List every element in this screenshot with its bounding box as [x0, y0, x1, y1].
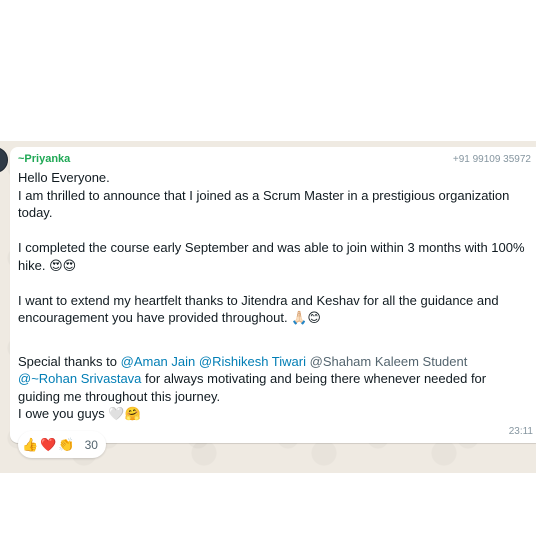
thanks-line: I want to extend my heartfelt thanks to … [18, 292, 528, 327]
sender-phone: +91 99109 35972 [452, 154, 531, 165]
heart-eyes-emoji: 😍😍 [49, 257, 77, 273]
thanks-text: I want to extend my heartfelt thanks to … [18, 292, 499, 326]
message-bubble[interactable]: ~Priyanka +91 99109 35972 Hello Everyone… [10, 147, 536, 443]
heart-hug-emoji: 🤍🤗 [108, 406, 141, 421]
reactions-bar[interactable]: 👍 ❤️ 👏 30 [18, 431, 106, 458]
course-line: I completed the course early September a… [18, 239, 528, 274]
owe-line: I owe you guys 🤍🤗 [18, 405, 528, 423]
message-text: Hello Everyone. I am thrilled to announc… [18, 169, 528, 423]
chat-area: ~Priyanka +91 99109 35972 Hello Everyone… [0, 141, 536, 473]
clap-icon: 👏 [58, 437, 75, 452]
mention-rohan[interactable]: @~Rohan Srivastava [18, 371, 141, 386]
heart-icon: ❤️ [40, 437, 57, 452]
thumbs-up-icon: 👍 [22, 437, 39, 452]
special-prefix: Special thanks to [18, 353, 121, 369]
greeting-line: Hello Everyone. [18, 170, 110, 185]
mention-aman[interactable]: @Aman Jain [121, 354, 196, 369]
pray-smile-emoji: 🙏🏻😊 [291, 310, 321, 325]
sender-avatar[interactable] [0, 147, 8, 173]
reaction-count: 30 [84, 437, 98, 452]
mention-rishikesh[interactable]: @Rishikesh Tiwari [199, 354, 306, 369]
mention-shaham: @Shaham Kaleem Student [309, 353, 468, 369]
special-thanks-line: Special thanks to @Aman Jain @Rishikesh … [18, 353, 528, 406]
message-time: 23:11 [508, 426, 533, 437]
course-text: I completed the course early September a… [18, 240, 525, 273]
owe-text: I owe you guys [18, 406, 105, 421]
sender-name[interactable]: ~Priyanka [18, 153, 70, 165]
announce-line: I am thrilled to announce that I joined … [18, 187, 510, 221]
